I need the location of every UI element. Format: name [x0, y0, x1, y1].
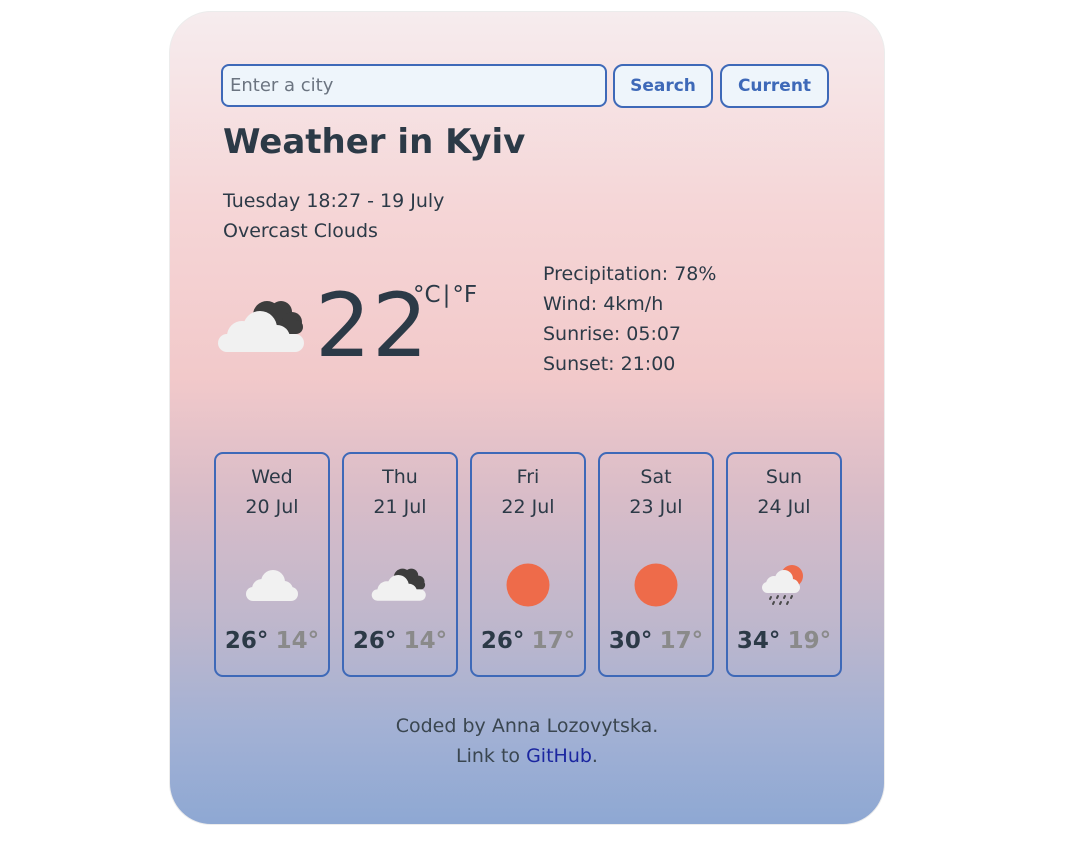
forecast-temps: 26° 17° — [472, 628, 584, 654]
forecast-date: 20 Jul — [245, 496, 299, 518]
forecast-day: Fri 22 Jul 26° 17° — [470, 452, 586, 677]
sunset: Sunset: 21:00 — [543, 353, 676, 375]
forecast-day: Thu 21 Jul 26° 14° — [342, 452, 458, 677]
forecast-date: 24 Jul — [757, 496, 811, 518]
forecast-min: 17° — [659, 628, 704, 654]
forecast-date: 21 Jul — [373, 496, 427, 518]
github-link[interactable]: GitHub — [526, 745, 592, 767]
forecast-date: 23 Jul — [629, 496, 683, 518]
sun-icon — [472, 557, 584, 613]
forecast-day-name: Thu — [382, 466, 418, 488]
footer: Coded by Anna Lozovytska. Link to GitHub… — [170, 711, 884, 771]
forecast-temps: 26° 14° — [216, 628, 328, 654]
city-search-input[interactable] — [221, 64, 607, 107]
forecast-day: Sun 24 Jul 34° 19° — [726, 452, 842, 677]
forecast-max: 26° — [480, 628, 525, 654]
celsius-link[interactable]: °C — [413, 282, 441, 308]
broken-clouds-icon — [215, 292, 311, 362]
search-button[interactable]: Search — [613, 64, 713, 108]
forecast-day-name: Fri — [516, 466, 540, 488]
forecast-max: 30° — [608, 628, 653, 654]
forecast-min: 17° — [531, 628, 576, 654]
wind: Wind: 4km/h — [543, 293, 664, 315]
forecast-day-name: Sat — [640, 466, 672, 488]
city-title: Weather in Kyiv — [223, 122, 526, 162]
footer-link-prefix: Link to — [456, 745, 527, 767]
unit-toggle: °C | °F — [413, 282, 477, 308]
broken-clouds-icon — [344, 557, 456, 613]
weather-card: Search Current Weather in Kyiv Tuesday 1… — [169, 11, 885, 825]
forecast-min: 14° — [403, 628, 448, 654]
date-time: Tuesday 18:27 - 19 July — [223, 190, 445, 212]
forecast-day-name: Sun — [765, 466, 803, 488]
sunrise: Sunrise: 05:07 — [543, 323, 682, 345]
forecast-day-name: Wed — [251, 466, 293, 488]
sun-icon — [600, 557, 712, 613]
weather-details: Precipitation: 78% Wind: 4km/h Sunrise: … — [543, 259, 716, 379]
forecast-min: 14° — [275, 628, 320, 654]
forecast-day: Sat 23 Jul 30° 17° — [598, 452, 714, 677]
unit-separator: | — [442, 282, 451, 308]
footer-link-suffix: . — [591, 745, 598, 767]
fahrenheit-link[interactable]: °F — [452, 282, 477, 308]
weather-description: Overcast Clouds — [223, 220, 378, 242]
footer-credit: Coded by Anna Lozovytska. — [395, 715, 659, 737]
sun-rain-icon — [728, 557, 840, 613]
forecast-day: Wed 20 Jul 26° 14° — [214, 452, 330, 677]
current-location-button[interactable]: Current — [720, 64, 829, 108]
precipitation: Precipitation: 78% — [543, 263, 717, 285]
forecast-temps: 26° 14° — [344, 628, 456, 654]
forecast-max: 26° — [224, 628, 269, 654]
forecast-min: 19° — [787, 628, 832, 654]
forecast-temps: 30° 17° — [600, 628, 712, 654]
forecast-date: 22 Jul — [501, 496, 555, 518]
forecast-temps: 34° 19° — [728, 628, 840, 654]
current-temperature: 22 — [315, 274, 429, 377]
footer-link-line: Link to GitHub. — [170, 741, 884, 771]
forecast-max: 34° — [736, 628, 781, 654]
cloud-icon — [216, 557, 328, 613]
forecast-max: 26° — [352, 628, 397, 654]
